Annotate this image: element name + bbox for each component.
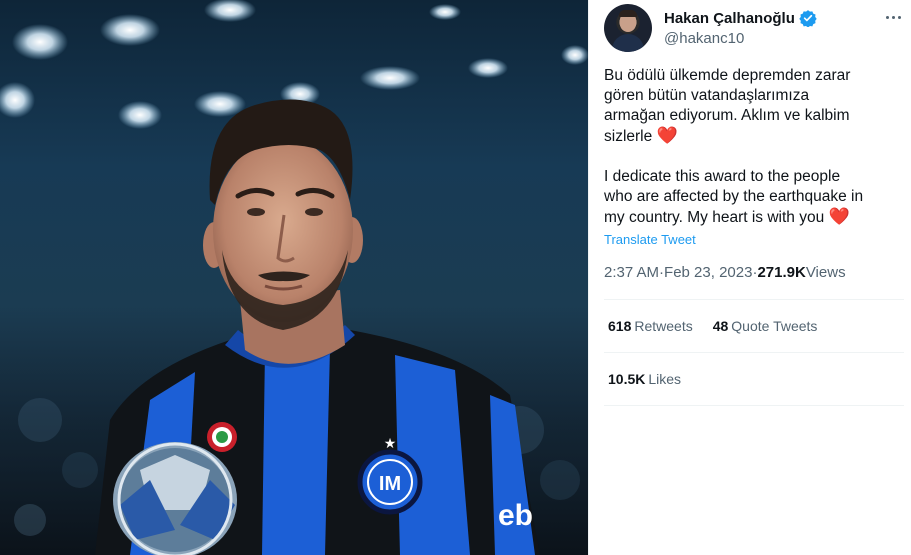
retweets-count: 618 bbox=[608, 318, 632, 334]
avatar[interactable] bbox=[604, 4, 652, 52]
retweets-label: Retweets bbox=[634, 318, 693, 334]
trophy bbox=[113, 442, 237, 555]
more-options-icon[interactable] bbox=[882, 6, 904, 28]
quote-tweets-label: Quote Tweets bbox=[731, 318, 818, 334]
translate-tweet-link[interactable]: Translate Tweet bbox=[604, 232, 696, 247]
views-count: 271.9K bbox=[757, 264, 806, 281]
author-handle[interactable]: @hakanc10 bbox=[664, 30, 744, 47]
quote-tweets-stat[interactable]: 48 Quote Tweets bbox=[713, 318, 818, 334]
tweet-date[interactable]: Feb 23, 2023 bbox=[664, 264, 752, 281]
svg-text:IM: IM bbox=[379, 473, 401, 495]
likes-count: 10.5K bbox=[608, 371, 646, 387]
views-label: Views bbox=[805, 264, 846, 281]
player-head bbox=[209, 99, 353, 330]
tweet-time[interactable]: 2:37 AM bbox=[604, 264, 659, 281]
tweet-meta: 2:37 AM · Feb 23, 2023 · 271.9K Views bbox=[604, 264, 846, 281]
avatar-hair bbox=[619, 10, 637, 17]
engagement-stats: 618 Retweets 48 Quote Tweets bbox=[608, 318, 817, 334]
tweet-detail-panel: Hakan Çalhanoğlu @hakanc10 Bu ödülü ülke… bbox=[588, 0, 911, 555]
quote-tweets-count: 48 bbox=[712, 318, 729, 334]
tweet-text: Bu ödülü ülkemde depremden zarar gören b… bbox=[604, 66, 904, 228]
tweet-photo[interactable]: IM ★ eb bbox=[0, 0, 588, 555]
divider bbox=[604, 352, 904, 353]
likes-label: Likes bbox=[648, 371, 682, 387]
avatar-shirt bbox=[612, 34, 644, 52]
tweet-header: Hakan Çalhanoğlu @hakanc10 bbox=[604, 4, 904, 54]
author-name-row: Hakan Çalhanoğlu bbox=[664, 9, 817, 27]
player-photo-illustration: IM ★ eb bbox=[0, 0, 588, 555]
retweets-stat[interactable]: 618 Retweets bbox=[608, 318, 693, 334]
divider bbox=[604, 405, 904, 406]
heart-emoji-icon: ❤️ bbox=[656, 126, 678, 145]
sponsor-logo: eb bbox=[498, 499, 533, 532]
verified-badge-icon bbox=[799, 10, 817, 27]
tweet-text-english: I dedicate this award to the people who … bbox=[604, 168, 864, 226]
heart-emoji-icon: ❤️ bbox=[828, 207, 850, 226]
likes-stat[interactable]: 10.5K Likes bbox=[608, 371, 681, 387]
svg-text:★: ★ bbox=[384, 436, 397, 452]
tweet-text-turkish: Bu ödülü ülkemde depremden zarar gören b… bbox=[604, 67, 851, 145]
divider bbox=[604, 299, 904, 300]
author-display-name[interactable]: Hakan Çalhanoğlu bbox=[664, 10, 795, 27]
